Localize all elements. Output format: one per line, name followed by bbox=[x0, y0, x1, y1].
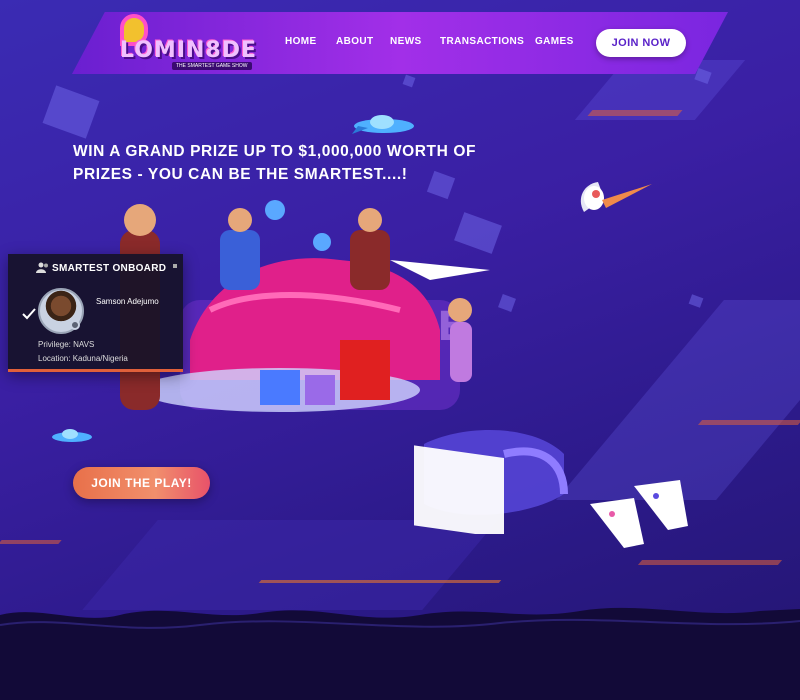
decor-stripe bbox=[258, 580, 502, 583]
avatar-status-badge bbox=[70, 320, 80, 330]
decor-cube bbox=[402, 74, 416, 88]
spaceship-icon bbox=[52, 429, 92, 442]
member-name: Samson Adejumo bbox=[96, 297, 159, 306]
panel-close-icon[interactable] bbox=[173, 264, 177, 268]
vr-headset-icon bbox=[414, 430, 568, 534]
decor-stripe bbox=[587, 110, 683, 116]
spaceship-icon bbox=[352, 115, 414, 134]
decor-stripe bbox=[697, 420, 800, 425]
logo-tagline: THE SMARTEST GAME SHOW bbox=[172, 62, 252, 70]
brand-logo[interactable]: LOMIN8DE THE SMARTEST GAME SHOW bbox=[112, 12, 268, 70]
decor-cube bbox=[688, 294, 704, 308]
nav-home[interactable]: HOME bbox=[285, 36, 317, 47]
decor-stripe bbox=[0, 540, 62, 544]
member-location: Location: Kaduna/Nigeria bbox=[38, 354, 128, 363]
nav-about[interactable]: ABOUT bbox=[336, 36, 374, 47]
game-controllers-icon bbox=[590, 480, 688, 548]
member-privilege: Privilege: NAVS bbox=[38, 340, 95, 349]
join-the-play-button[interactable]: JOIN THE PLAY! bbox=[73, 467, 210, 499]
hero-title: WIN A GRAND PRIZE UP TO $1,000,000 WORTH… bbox=[73, 143, 477, 183]
logo-wordmark: LOMIN8DE bbox=[120, 38, 258, 63]
bottom-wave bbox=[0, 607, 800, 700]
decor-cube bbox=[42, 85, 100, 139]
check-icon bbox=[22, 308, 36, 320]
nav-news[interactable]: NEWS bbox=[390, 36, 422, 47]
users-icon bbox=[36, 262, 48, 273]
nav-transactions[interactable]: TRANSACTIONS bbox=[440, 36, 524, 47]
decor-stripe bbox=[637, 560, 783, 565]
onboard-header: SMARTEST ONBOARD bbox=[52, 263, 167, 274]
nav-games[interactable]: GAMES bbox=[535, 36, 574, 47]
smartest-onboard-panel: SMARTEST ONBOARD Samson Adejumo Privileg… bbox=[8, 254, 183, 372]
join-now-button[interactable]: JOIN NOW bbox=[596, 29, 686, 57]
